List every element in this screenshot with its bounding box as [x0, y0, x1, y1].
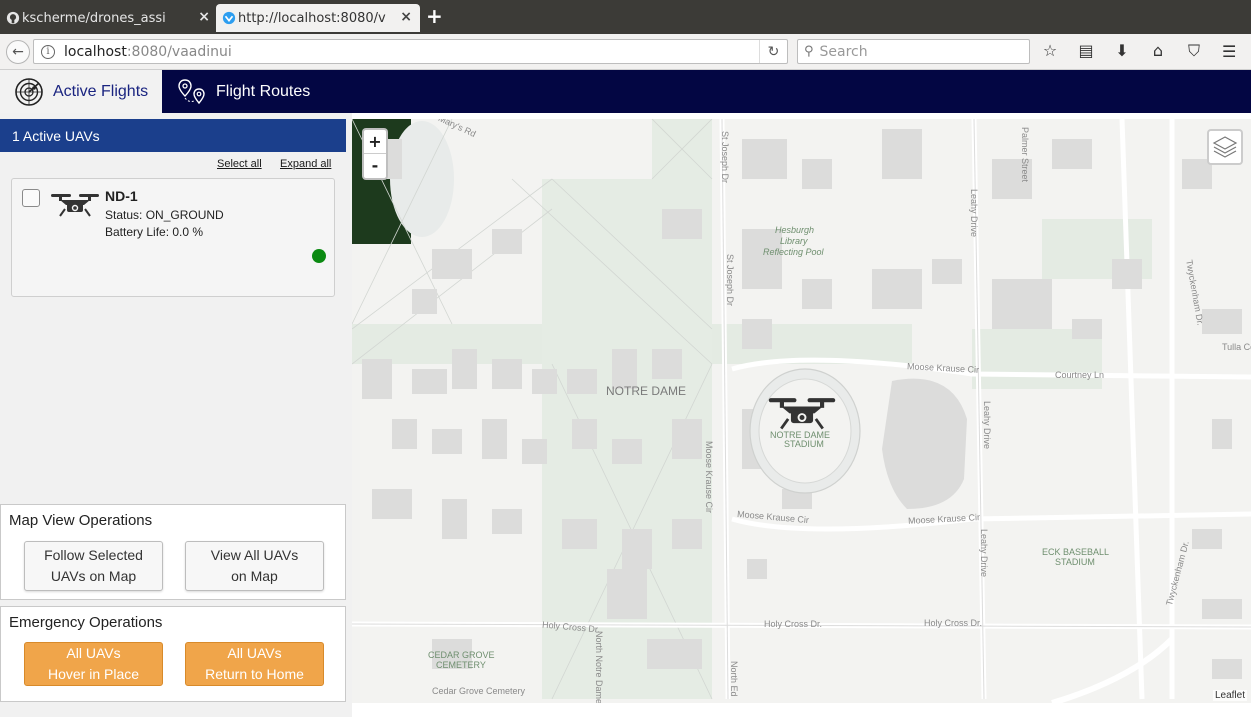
button-line: UAVs on Map — [50, 568, 137, 584]
map-label-st-joseph-1: St Joseph Dr — [720, 131, 730, 184]
browser-tab-bar: kscherme/drones_assi × http://localhost:… — [0, 0, 1251, 34]
url-path: :8080/vaadinui — [126, 43, 232, 60]
url-host: localhost — [64, 43, 127, 60]
map-label-stadium-2: STADIUM — [784, 439, 824, 449]
browser-nav-bar: ← i localhost:8080/vaadinui ↻ ⚲ Search ☆… — [0, 34, 1251, 70]
map-label-north-ed: North Ed — [729, 661, 739, 697]
map-label-st-joseph-2: St Joseph Dr — [725, 254, 735, 307]
map-label-courtney: Courtney Ln — [1055, 370, 1105, 380]
select-all-link[interactable]: Select all — [217, 158, 262, 170]
map-label-hesburgh-2: Library — [780, 236, 808, 246]
bookmark-star-icon[interactable]: ☆ — [1040, 41, 1060, 61]
vaadin-icon — [222, 11, 236, 25]
map-label-palmer: Palmer Street — [1020, 127, 1030, 183]
map-label-hesburgh-1: Hesburgh — [775, 225, 815, 235]
browser-tab-github[interactable]: kscherme/drones_assi × — [0, 4, 218, 32]
tab-flight-routes[interactable]: Flight Routes — [162, 70, 342, 113]
emergency-ops-title: Emergency Operations — [9, 614, 163, 631]
zoom-out-button[interactable]: - — [364, 154, 386, 178]
button-line: View All UAVs — [210, 547, 299, 563]
back-arrow-icon[interactable]: ← — [6, 40, 30, 64]
leaflet-attribution[interactable]: Leaflet — [1212, 690, 1247, 701]
map-label-holy-cross-3: Holy Cross Dr. — [924, 618, 983, 628]
expand-all-link[interactable]: Expand all — [280, 158, 331, 170]
uav-side-panel: 1 Active UAVs Select all Expand all ND-1… — [0, 113, 352, 717]
map-label-leahy-3: Leahy Drive — [979, 529, 989, 578]
reading-list-icon[interactable]: ▤ — [1076, 41, 1096, 61]
zoom-control: + - — [362, 128, 388, 180]
reload-icon[interactable]: ↻ — [759, 40, 787, 63]
drone-icon — [51, 194, 99, 217]
button-line: Return to Home — [205, 666, 304, 682]
map-label-cedar-road: Cedar Grove Cemetery — [432, 686, 526, 696]
close-tab-icon[interactable]: × — [400, 9, 412, 25]
pocket-icon[interactable]: ⛉ — [1184, 41, 1204, 61]
uav-select-checkbox[interactable] — [22, 189, 40, 207]
map-label-tulla: Tulla Court — [1222, 342, 1251, 352]
map-view-operations-panel: Map View Operations Follow Selected UAVs … — [0, 504, 346, 600]
tab-title: http://localhost:8080/v — [238, 10, 386, 26]
uav-status: Status: ON_GROUND — [105, 208, 224, 222]
close-tab-icon[interactable]: × — [198, 9, 210, 25]
tab-active-flights[interactable]: Active Flights — [0, 70, 162, 113]
map-view[interactable]: + - NOTRE DAME NOTRE DAME STADIUM Hesbur… — [352, 119, 1251, 703]
map-ops-title: Map View Operations — [9, 512, 153, 529]
hover-in-place-button[interactable]: All UAVs Hover in Place — [24, 642, 163, 686]
new-tab-icon[interactable]: + — [426, 4, 443, 28]
map-label-baseball-2: STADIUM — [1055, 557, 1095, 567]
info-icon[interactable]: i — [41, 44, 55, 59]
tab-label: Active Flights — [53, 82, 149, 100]
active-uavs-header: 1 Active UAVs — [0, 119, 346, 152]
route-pins-icon — [178, 78, 205, 104]
map-label-cedar-1: CEDAR GROVE — [428, 650, 495, 660]
map-label-moose-krause-cir: Moose Krause Cir — [704, 441, 714, 514]
hamburger-menu-icon[interactable]: ☰ — [1222, 42, 1240, 61]
home-icon[interactable]: ⌂ — [1148, 41, 1168, 61]
tab-label: Flight Routes — [216, 82, 311, 100]
map-label-hesburgh-3: Reflecting Pool — [763, 247, 824, 257]
button-line: Hover in Place — [47, 666, 140, 682]
button-line: on Map — [231, 568, 278, 584]
uav-card[interactable]: ND-1 Status: ON_GROUND Battery Life: 0.0… — [11, 178, 335, 297]
tab-title: kscherme/drones_assi — [22, 10, 166, 26]
button-line: All UAVs — [227, 645, 282, 661]
github-icon — [6, 11, 20, 25]
map-label-north-notre-dame: North Notre Dame — [594, 631, 604, 703]
view-all-uavs-button[interactable]: View All UAVs on Map — [185, 541, 324, 591]
drone-map-marker[interactable] — [764, 394, 840, 430]
uav-status-indicator — [312, 249, 326, 263]
map-label-holy-cross-2: Holy Cross Dr. — [764, 619, 823, 629]
browser-tab-localhost[interactable]: http://localhost:8080/v × — [216, 4, 420, 32]
emergency-operations-panel: Emergency Operations All UAVs Hover in Pl… — [0, 606, 346, 702]
uav-name: ND-1 — [105, 188, 138, 204]
return-to-home-button[interactable]: All UAVs Return to Home — [185, 642, 324, 686]
download-icon[interactable]: ⬇ — [1112, 41, 1132, 61]
zoom-in-button[interactable]: + — [364, 130, 386, 154]
layers-toggle[interactable] — [1207, 129, 1243, 165]
search-placeholder: Search — [819, 43, 868, 60]
radar-icon — [15, 77, 43, 106]
app-nav-bar: Active Flights Flight Routes — [0, 70, 1251, 113]
map-label-cedar-2: CEMETERY — [436, 660, 486, 670]
button-line: Follow Selected — [44, 547, 143, 563]
uav-battery: Battery Life: 0.0 % — [105, 225, 204, 239]
map-label-baseball-1: ECK BASEBALL — [1042, 547, 1110, 557]
map-label-leahy-1: Leahy Drive — [969, 189, 979, 238]
search-icon: ⚲ — [804, 44, 814, 59]
map-label-leahy-2: Leahy Drive — [982, 401, 992, 450]
browser-search-input[interactable]: ⚲ Search — [797, 39, 1030, 64]
browser-toolbar-icons: ☆ ▤ ⬇ ⌂ ⛉ — [1040, 41, 1204, 61]
map-label-notre-dame: NOTRE DAME — [606, 384, 687, 398]
follow-selected-button[interactable]: Follow Selected UAVs on Map — [24, 541, 163, 591]
button-line: All UAVs — [66, 645, 121, 661]
layers-icon — [1212, 136, 1238, 158]
url-bar[interactable]: i localhost:8080/vaadinui ↻ — [33, 39, 788, 64]
